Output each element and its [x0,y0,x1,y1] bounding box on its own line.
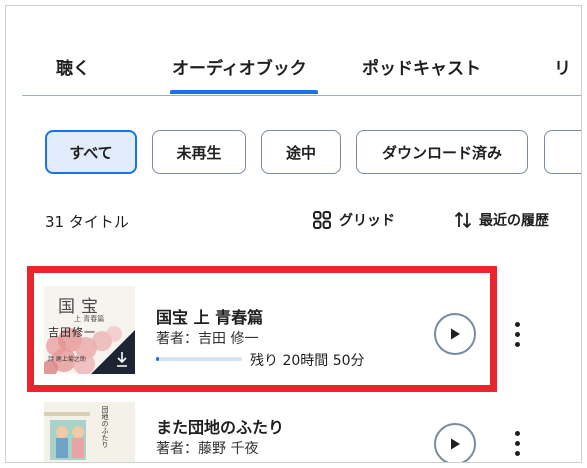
more-dot [514,430,520,436]
grid-view-label: グリッド [339,213,395,229]
more-options-button[interactable] [506,426,528,460]
active-tab-indicator [170,90,318,94]
grid-view-button[interactable]: グリッド [313,207,395,233]
more-dot [514,321,520,327]
filter-chip-all[interactable]: すべて [45,130,137,174]
play-icon [451,438,460,450]
tab-podcasts[interactable]: ポッドキャスト [362,54,481,79]
tab-more[interactable]: リ [554,54,571,79]
sort-icon [454,211,472,229]
more-options-button[interactable] [506,317,528,351]
sort-label: 最近の履歴 [479,213,549,229]
cover-art [44,402,135,462]
book-author: 著者：藤野 千夜 [156,441,259,457]
book-cover[interactable]: 団地のふたり [44,402,135,462]
filter-chip-partial[interactable] [544,130,581,174]
cover-title: 団地のふたり [101,406,109,448]
app-window: 聴く オーディオブック ポッドキャスト リ すべて 未再生 途中 ダウンロード済… [5,5,582,463]
grid-icon [313,211,331,229]
more-dot [514,341,520,347]
tabs-divider [22,95,581,96]
more-dot [514,331,520,337]
tab-listen[interactable]: 聴く [56,54,90,79]
play-button[interactable] [434,423,476,462]
sort-button[interactable]: 最近の履歴 [453,207,549,233]
filter-chip-downloaded[interactable]: ダウンロード済み [356,130,528,174]
title-count: 31 タイトル [45,213,129,231]
tab-audiobooks[interactable]: オーディオブック [172,54,307,79]
book-title[interactable]: また団地のふたり [156,414,284,438]
filter-chip-unplayed[interactable]: 未再生 [152,130,246,174]
more-dot [514,440,520,446]
tab-bar: 聴く オーディオブック ポッドキャスト リ [6,6,581,96]
more-dot [514,450,520,456]
filter-chip-in-progress[interactable]: 途中 [261,130,341,174]
highlight-box [27,266,497,392]
